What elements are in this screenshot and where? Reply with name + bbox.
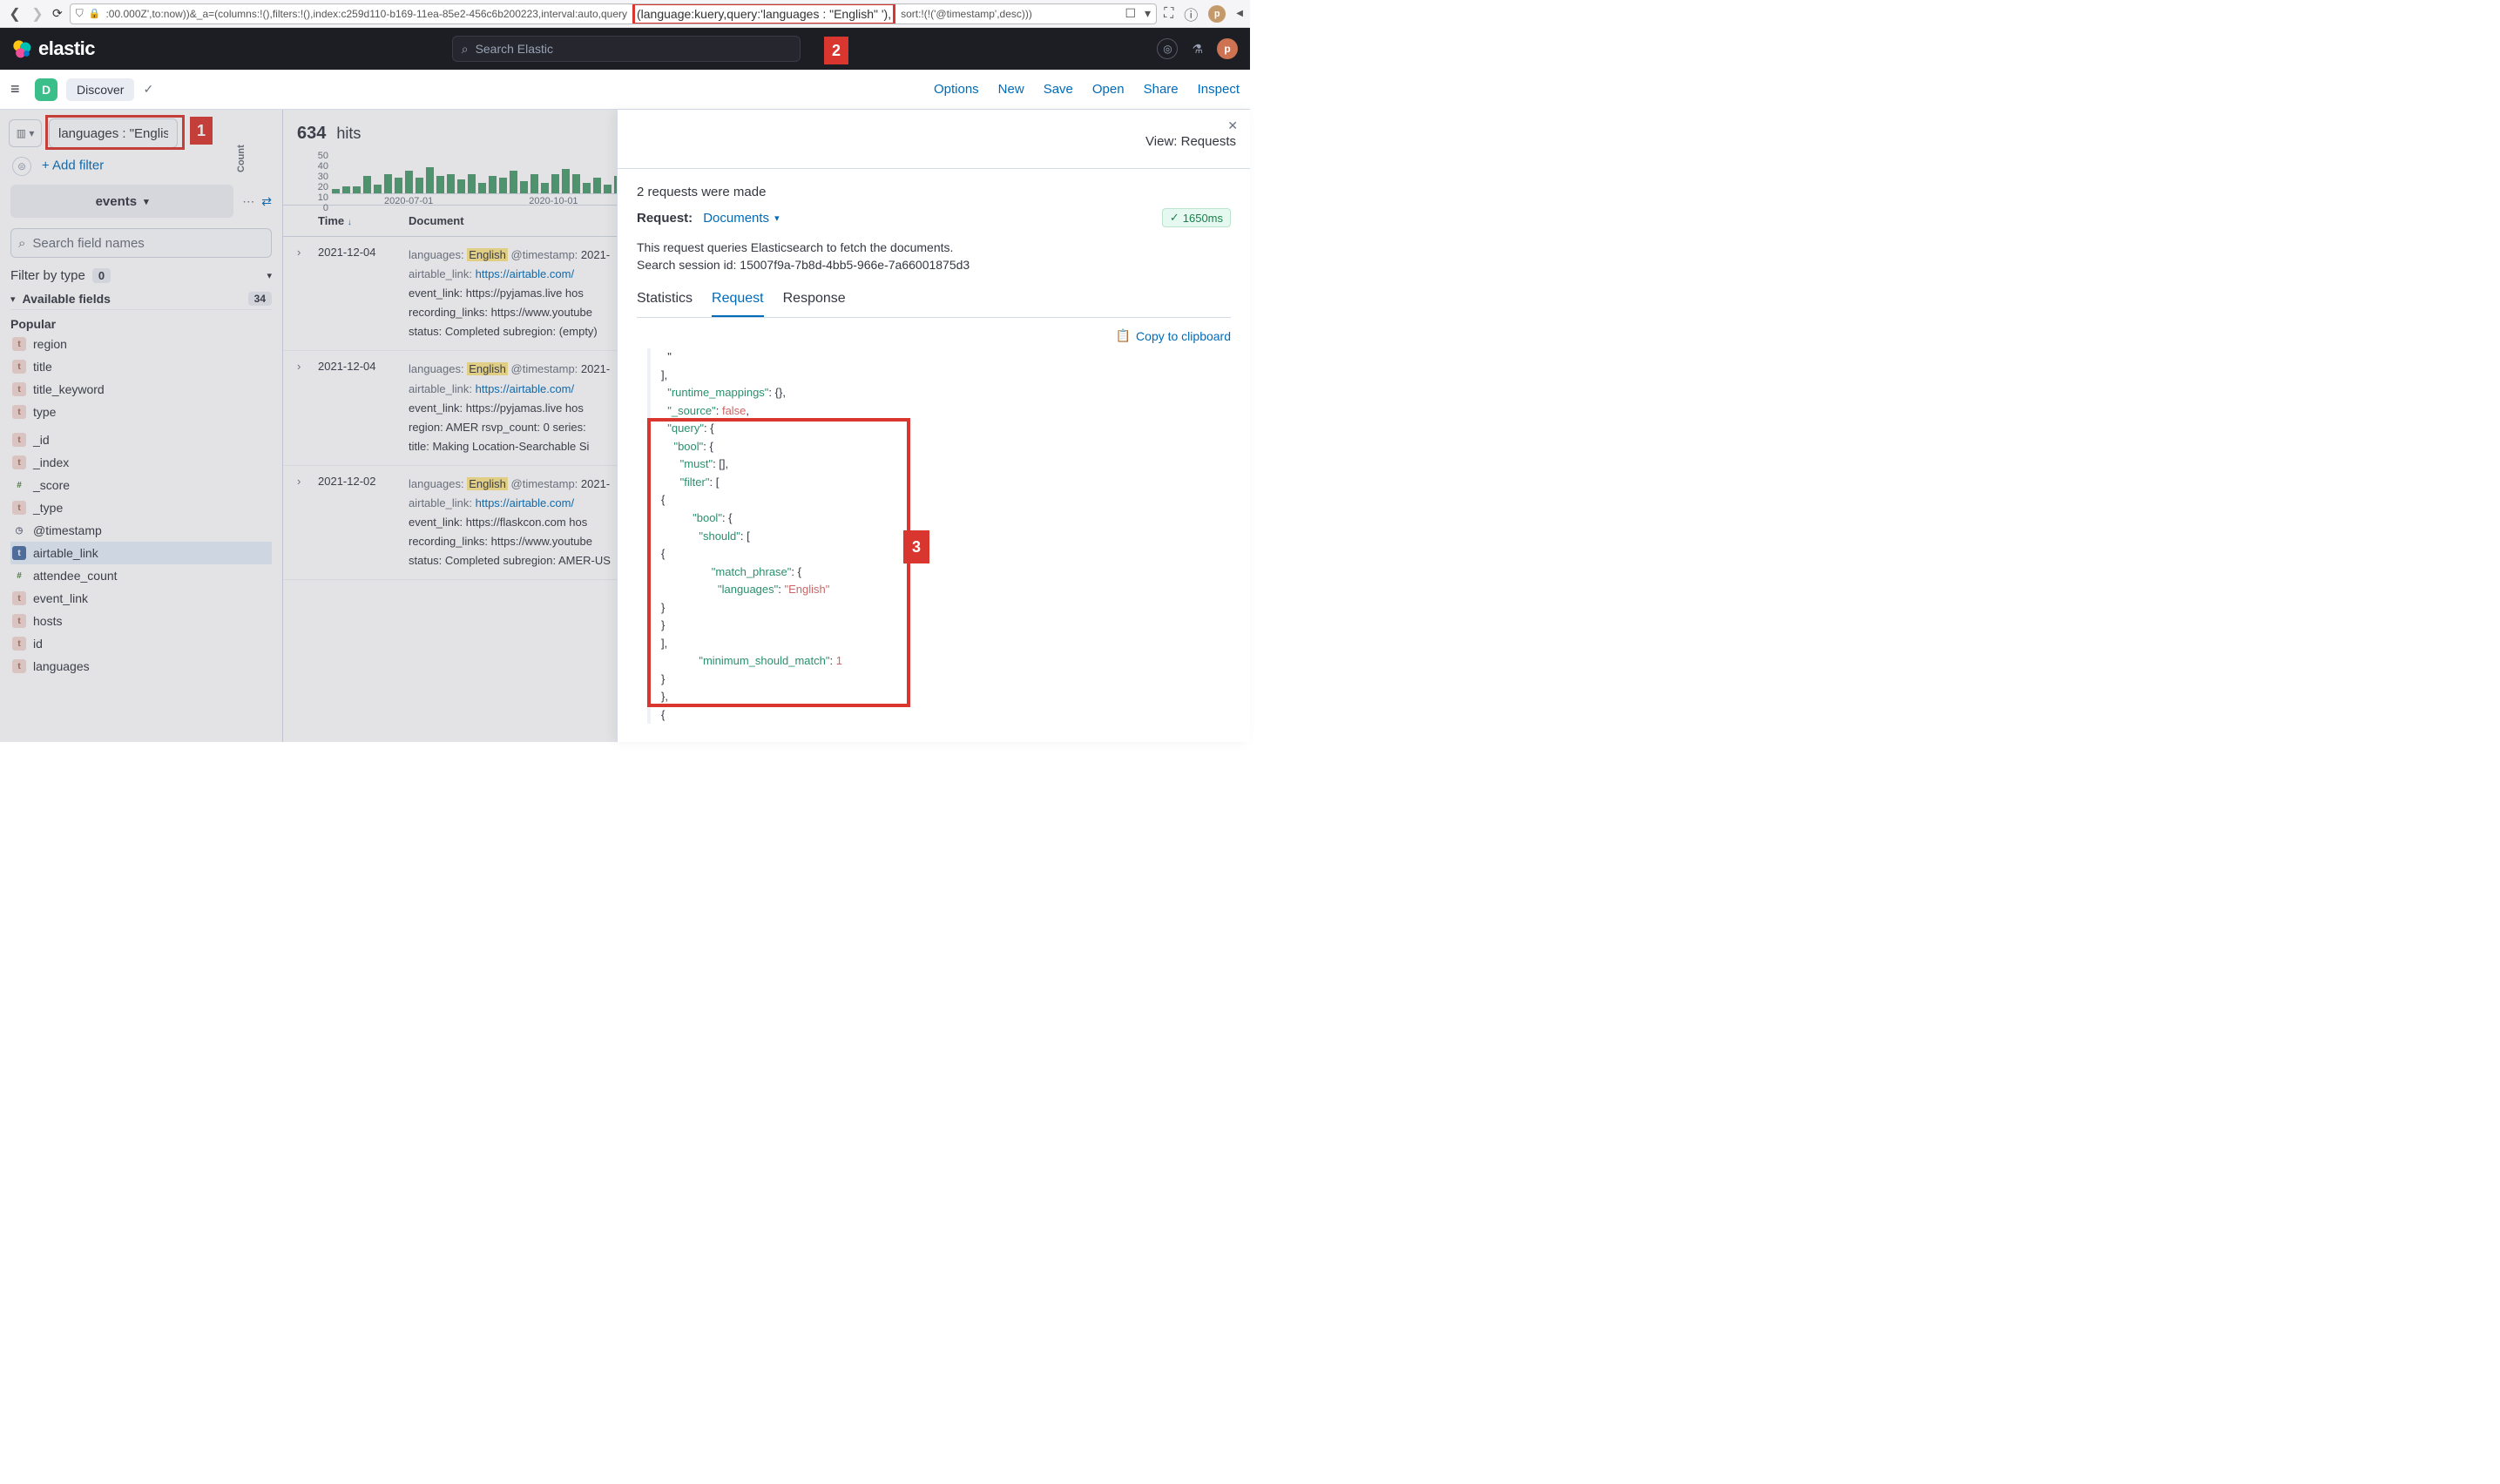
right-caret-icon[interactable]: ◀ (1236, 9, 1243, 18)
clipboard-icon: 📋 (1116, 328, 1131, 343)
browser-avatar[interactable]: p (1208, 5, 1226, 23)
popular-label: Popular (10, 317, 272, 331)
field-item[interactable]: tairtable_link (10, 542, 272, 564)
view-label[interactable]: View: Requests (1145, 134, 1236, 149)
sub-header: ≡ D Discover ✓ Options New Save Open Share In… (0, 70, 1250, 110)
search-placeholder: Search Elastic (476, 42, 553, 56)
action-options[interactable]: Options (934, 82, 979, 97)
sort-desc-icon[interactable]: ↓ (348, 218, 352, 227)
integrations-icon[interactable]: ⚗ (1192, 42, 1203, 57)
action-open[interactable]: Open (1092, 82, 1125, 97)
field-item[interactable]: ttitle (10, 355, 272, 378)
elastic-header: elastic ⌕ Search Elastic ◎ ⚗ p (0, 28, 1250, 70)
chevron-down-icon: ▾ (267, 270, 272, 281)
callout-3: 3 (903, 530, 929, 563)
field-search[interactable]: ⌕ Search field names (10, 228, 272, 258)
field-item[interactable]: t_type (10, 496, 272, 519)
field-item[interactable]: tlanguages (10, 655, 272, 678)
chevron-down-icon: ▾ (10, 293, 16, 305)
url-bar[interactable]: ⛉ 🔒 :00.000Z',to:now))&_a=(columns:!(),f… (70, 3, 1157, 24)
browser-chrome: ❮ ❯ ⟳ ⛉ 🔒 :00.000Z',to:now))&_a=(columns… (0, 0, 1250, 28)
tab-response[interactable]: Response (783, 291, 846, 317)
field-item[interactable]: ttype (10, 401, 272, 423)
user-avatar[interactable]: p (1217, 38, 1238, 59)
filter-by-type[interactable]: Filter by type 0 ▾ (10, 268, 272, 283)
request-selector[interactable]: Documents ▾ (703, 211, 779, 226)
action-inspect[interactable]: Inspect (1198, 82, 1240, 97)
field-item[interactable]: tid (10, 632, 272, 655)
tab-statistics[interactable]: Statistics (637, 291, 693, 317)
query-options-toggle[interactable]: ▥ ▾ (9, 119, 42, 147)
chevron-down-icon: ▾ (774, 212, 780, 224)
field-item[interactable]: t_id (10, 428, 272, 451)
swap-icon[interactable]: ⇄ (261, 194, 272, 209)
chart-y-label: Count (236, 145, 247, 172)
desc-line-1: This request queries Elasticsearch to fe… (637, 239, 1231, 257)
inspect-panel: ✕ View: Requests 2 requests were made Re… (617, 110, 1250, 742)
action-share[interactable]: Share (1144, 82, 1179, 97)
index-selector[interactable]: events▾ (10, 185, 233, 218)
field-item[interactable]: #attendee_count (10, 564, 272, 587)
top-actions: Options New Save Open Share Inspect (934, 82, 1240, 97)
callout-box-3 (647, 418, 910, 707)
check-icon[interactable]: ✓ (143, 82, 153, 97)
back-icon[interactable]: ❮ (7, 5, 23, 23)
pocket-icon[interactable]: ⛶ (1164, 6, 1173, 22)
left-sidebar: ▥ ▾ 1 ⊜ + Add filter events▾ ⋯ ⇄ ⌕ Searc… (0, 110, 283, 742)
forward-icon[interactable]: ❯ (30, 5, 45, 23)
filter-options-icon[interactable]: ⊜ (12, 157, 31, 176)
requests-summary: 2 requests were made (637, 185, 1231, 199)
grid-icon[interactable]: ⋯ (242, 194, 254, 209)
shield-icon: ⛉ (76, 7, 84, 20)
callout-1: 1 (190, 117, 213, 145)
close-icon[interactable]: ✕ (1227, 118, 1238, 133)
menu-icon[interactable]: ≡ (10, 80, 26, 98)
app-badge: D (35, 78, 57, 101)
url-post: sort:!(!('@timestamp',desc))) (901, 8, 1032, 20)
field-item[interactable]: ttitle_keyword (10, 378, 272, 401)
field-item[interactable]: tregion (10, 333, 272, 355)
copy-to-clipboard[interactable]: 📋 Copy to clipboard (618, 318, 1250, 348)
panel-tabs: Statistics Request Response (637, 291, 1231, 318)
desc-line-2: Search session id: 15007f9a-7b8d-4bb5-96… (637, 257, 1231, 274)
expand-icon[interactable]: › (297, 246, 309, 341)
hits-label: hits (336, 125, 361, 143)
field-item[interactable]: ◷@timestamp (10, 519, 272, 542)
field-item[interactable]: tevent_link (10, 587, 272, 610)
action-new[interactable]: New (998, 82, 1024, 97)
elastic-logo[interactable]: elastic (12, 37, 95, 60)
url-dropdown-icon[interactable]: ▾ (1145, 6, 1151, 21)
action-save[interactable]: Save (1044, 82, 1073, 97)
search-icon: ⌕ (462, 42, 469, 57)
reload-icon[interactable]: ⟳ (52, 6, 63, 21)
search-icon: ⌕ (18, 236, 25, 251)
hits-count: 634 (297, 124, 326, 144)
lock-icon: 🔒 (89, 8, 101, 19)
url-highlight: (language:kuery,query:'languages : "Engl… (632, 3, 895, 24)
time-badge: ✓ 1650ms (1162, 208, 1231, 227)
field-item[interactable]: t_index (10, 451, 272, 474)
chevron-down-icon: ▾ (144, 196, 149, 207)
add-filter-link[interactable]: + Add filter (42, 159, 104, 173)
available-fields-header[interactable]: ▾ Available fields 34 (10, 288, 272, 310)
app-name-pill[interactable]: Discover (66, 78, 134, 101)
request-code[interactable]: " ], "runtime_mappings": {}, "_source": … (647, 348, 1231, 724)
request-label: Request: (637, 211, 693, 226)
expand-icon[interactable]: › (297, 475, 309, 570)
callout-box-1 (45, 115, 185, 150)
newsfeed-icon[interactable]: ◎ (1157, 38, 1178, 59)
url-pre: :00.000Z',to:now))&_a=(columns:!(),filte… (105, 8, 627, 20)
elastic-logo-icon (12, 39, 31, 58)
expand-icon[interactable]: › (297, 360, 309, 455)
bookmark-icon[interactable]: ☐ (1125, 6, 1136, 21)
field-item[interactable]: thosts (10, 610, 272, 632)
callout-2: 2 (824, 37, 848, 64)
brand-text: elastic (38, 37, 95, 60)
tab-request[interactable]: Request (712, 291, 764, 317)
header-search[interactable]: ⌕ Search Elastic (452, 36, 801, 62)
info-icon[interactable]: ⓘ (1184, 3, 1198, 24)
field-item[interactable]: #_score (10, 474, 272, 496)
